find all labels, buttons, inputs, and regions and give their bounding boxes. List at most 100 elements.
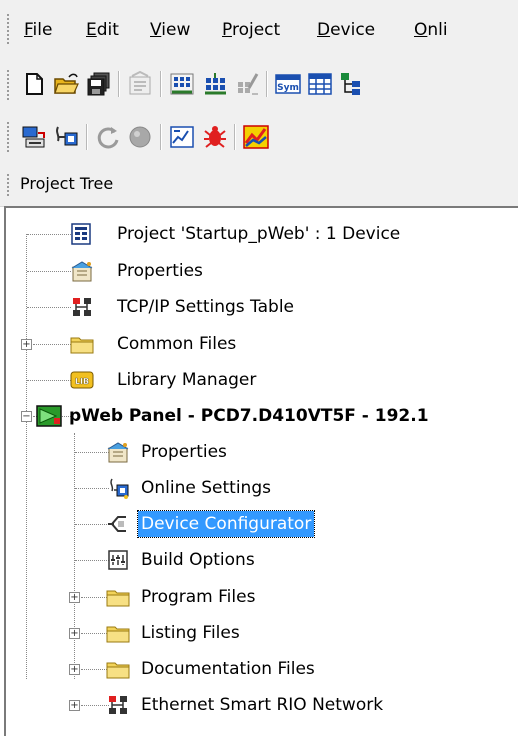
expand-documentation-files[interactable]: + — [69, 664, 80, 675]
configurator-icon — [106, 513, 130, 535]
menubar-grip[interactable] — [7, 14, 10, 44]
tree-item-project[interactable]: Project 'Startup_pWeb' : 1 Device — [70, 221, 510, 247]
menu-file-accel: F — [24, 20, 33, 40]
tree-item-device-configurator[interactable]: Device Configurator — [106, 510, 506, 538]
tree-item-label: Documentation Files — [141, 659, 315, 679]
expand-ethernet-network[interactable]: + — [69, 700, 80, 711]
menu-file[interactable]: File — [24, 19, 52, 41]
folder-icon — [106, 586, 130, 608]
open-folder-icon[interactable] — [52, 70, 80, 98]
symbols-icon[interactable]: Sym — [274, 70, 302, 98]
toolbar1-grip[interactable] — [7, 70, 10, 100]
toolbar2-grip[interactable] — [7, 122, 10, 152]
menu-online[interactable]: Onli — [414, 19, 448, 41]
tree-item-label: Properties — [117, 261, 203, 281]
tree-item-build-options[interactable]: Build Options — [106, 547, 506, 573]
expand-common-files[interactable]: + — [21, 339, 32, 350]
stop-icon[interactable] — [126, 123, 154, 151]
menu-view-label: iew — [161, 20, 191, 40]
expand-program-files[interactable]: + — [69, 592, 80, 603]
folder-icon — [70, 333, 94, 355]
save-all-icon[interactable] — [85, 70, 113, 98]
tree-item-device-properties[interactable]: Properties — [106, 439, 506, 465]
toolbar-separator — [266, 71, 268, 97]
tree-item-ethernet-network[interactable]: Ethernet Smart RIO Network — [106, 692, 506, 718]
tree-item-label: Online Settings — [141, 478, 271, 498]
tree-item-label: Device Configurator — [136, 510, 316, 538]
folder-icon — [106, 658, 130, 680]
clean-icon[interactable] — [233, 70, 261, 98]
project-tree[interactable]: + − + + + + Project 'Startup_pWeb' : 1 D… — [4, 206, 518, 736]
tree-item-label: Build Options — [141, 550, 255, 570]
tree-item-label: Properties — [141, 442, 227, 462]
menu-project-label: roject — [231, 20, 281, 40]
toolbar-separator — [86, 124, 88, 150]
menu-bar: File Edit View Project Device Onli — [0, 0, 518, 58]
watch-window-icon[interactable] — [168, 123, 196, 151]
network-icon — [106, 694, 130, 716]
online-toolbar — [0, 110, 518, 164]
toolbar-separator — [118, 71, 120, 97]
toolbar-separator — [160, 71, 162, 97]
project-tree-header: Project Tree — [0, 164, 518, 207]
toolbar-separator — [234, 124, 236, 150]
graph-icon[interactable] — [242, 123, 270, 151]
menu-project[interactable]: Project — [222, 19, 280, 41]
standard-toolbar: Sym — [0, 58, 518, 110]
properties-icon[interactable] — [126, 70, 154, 98]
table-icon[interactable] — [306, 70, 334, 98]
tree-item-label: Common Files — [117, 334, 237, 354]
network-icon — [70, 296, 94, 318]
tree-item-library-manager[interactable]: LIB Library Manager — [70, 367, 510, 393]
online-settings-icon[interactable] — [20, 123, 48, 151]
tree-item-label: Project 'Startup_pWeb' : 1 Device — [117, 224, 401, 244]
tree-item-listing-files[interactable]: Listing Files — [106, 620, 506, 646]
menu-file-label: ile — [32, 20, 53, 40]
refresh-icon[interactable] — [94, 123, 122, 151]
menu-online-accel: O — [414, 20, 428, 40]
menu-edit[interactable]: Edit — [86, 19, 119, 41]
tree-item-common-files[interactable]: Common Files — [70, 331, 510, 357]
tree-item-program-files[interactable]: Program Files — [106, 584, 506, 610]
menu-edit-label: dit — [96, 20, 119, 40]
tree-item-properties[interactable]: Properties — [70, 258, 510, 284]
device-icon — [36, 405, 62, 427]
project-icon — [70, 223, 94, 245]
tree-item-online-settings[interactable]: Online Settings — [106, 475, 506, 501]
debug-icon[interactable] — [201, 123, 229, 151]
menu-view-accel: V — [150, 20, 162, 40]
menu-view[interactable]: View — [150, 19, 190, 41]
menu-device-label: evice — [330, 20, 376, 40]
collapse-device[interactable]: − — [21, 411, 32, 422]
panel-title: Project Tree — [20, 174, 114, 193]
new-file-icon[interactable] — [20, 70, 48, 98]
tree-item-documentation-files[interactable]: Documentation Files — [106, 656, 506, 682]
menu-device[interactable]: Device — [317, 19, 375, 41]
menu-device-accel: D — [317, 20, 331, 40]
build-options-icon — [106, 549, 130, 571]
tree-item-label: Listing Files — [141, 623, 240, 643]
tree-item-tcpip-settings[interactable]: TCP/IP Settings Table — [70, 294, 510, 320]
build-all-icon[interactable] — [168, 70, 196, 98]
tree-item-label: Library Manager — [117, 370, 257, 390]
properties-icon — [106, 441, 130, 463]
properties-icon — [70, 260, 94, 282]
menu-online-label: nli — [427, 20, 448, 40]
tree-item-label: TCP/IP Settings Table — [117, 297, 294, 317]
menu-edit-accel: E — [86, 20, 97, 40]
toolbar-separator — [160, 124, 162, 150]
folder-icon — [106, 622, 130, 644]
tree-item-label: pWeb Panel - PCD7.D410VT5F - 192.1 — [69, 406, 429, 426]
tree-structure-icon[interactable] — [338, 70, 366, 98]
panel-grip[interactable] — [7, 174, 10, 196]
expand-listing-files[interactable]: + — [69, 628, 80, 639]
library-icon: LIB — [70, 369, 94, 391]
svg-text:LIB: LIB — [75, 377, 89, 386]
tree-item-label: Ethernet Smart RIO Network — [141, 695, 384, 715]
connect-icon[interactable] — [52, 123, 80, 151]
online-settings-icon — [106, 477, 130, 499]
build-icon[interactable] — [201, 70, 229, 98]
tree-item-device[interactable]: pWeb Panel - PCD7.D410VT5F - 192.1 — [36, 403, 516, 429]
svg-text:Sym: Sym — [277, 83, 299, 93]
menu-project-accel: P — [222, 20, 232, 40]
